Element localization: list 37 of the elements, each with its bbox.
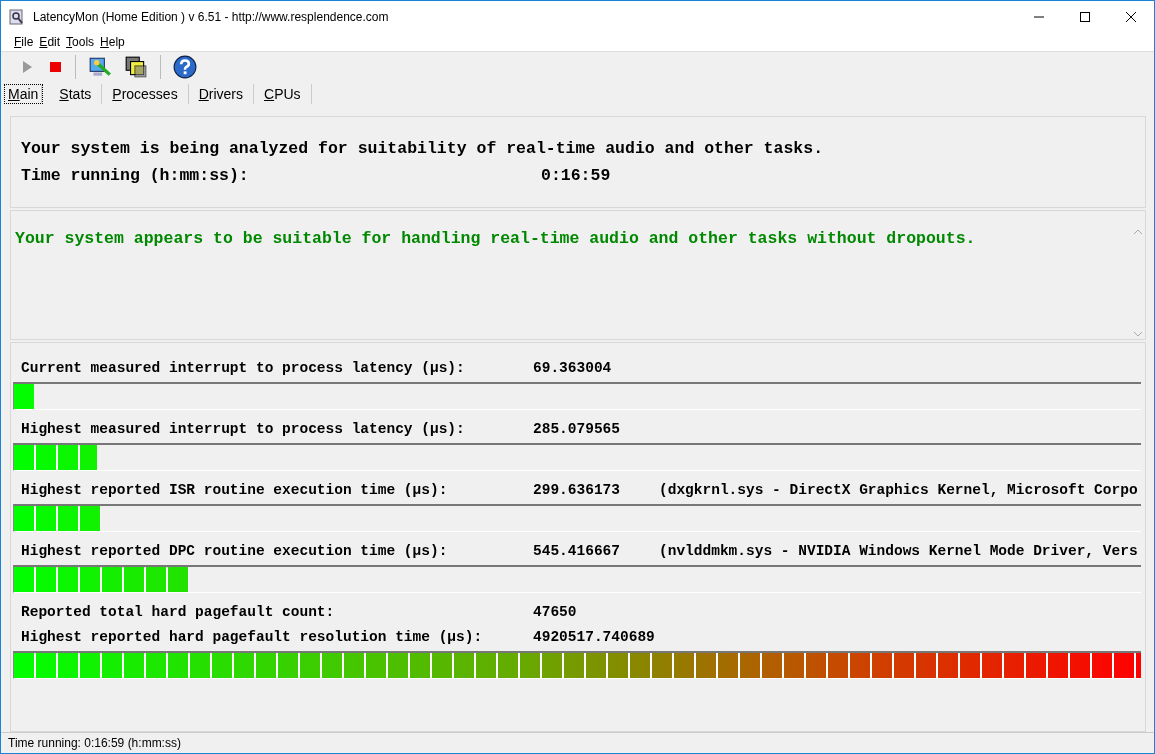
menu-item[interactable]: File bbox=[14, 34, 34, 49]
driver-detail: (nvlddmkm.sys - NVIDIA Windows Kernel Mode Driver, Vers bbox=[659, 542, 1138, 559]
measurement-label: Reported total hard pagefault count: bbox=[21, 603, 336, 620]
tab[interactable]: Stats bbox=[49, 84, 103, 104]
measurement-label: Highest measured interrupt to process latency (µs): bbox=[21, 420, 466, 437]
verdict-message: Your system appears to be suitable for handling real-time audio and other tasks without dropouts. bbox=[15, 229, 977, 248]
menu-item[interactable]: Tools bbox=[66, 34, 95, 49]
scroll-down-icon[interactable] bbox=[1133, 331, 1143, 337]
help-icon[interactable] bbox=[173, 55, 197, 79]
tab[interactable]: CPUs bbox=[254, 84, 312, 104]
stop-icon[interactable] bbox=[47, 59, 63, 75]
analysis-message: Your system is being analyzed for suitability of real-time audio and other tasks. bbox=[21, 139, 825, 158]
window-title: LatencyMon (Home Edition ) v 6.51 - http://www.resplendence.com bbox=[33, 9, 389, 24]
menu-item[interactable]: Edit bbox=[39, 34, 61, 49]
tab[interactable]: Processes bbox=[102, 84, 189, 104]
time-value: 0:16:59 bbox=[541, 166, 611, 185]
measurement-label: Highest reported hard pagefault resolution time (µs): bbox=[21, 628, 484, 645]
status-text: Time running: 0:16:59 (h:mm:ss) bbox=[8, 736, 181, 750]
measurement-value: 4920517.740689 bbox=[533, 628, 656, 645]
measurement-value: 299.636173 bbox=[533, 481, 621, 498]
monitor-icon[interactable] bbox=[88, 55, 112, 79]
measurement-value: 47650 bbox=[533, 603, 578, 620]
time-label: Time running (h:mm:ss): bbox=[21, 166, 250, 185]
measurement-label: Highest reported DPC routine execution time (µs): bbox=[21, 542, 449, 559]
driver-detail: (dxgkrnl.sys - DirectX Graphics Kernel, Microsoft Corpo bbox=[659, 481, 1138, 498]
measurement-value: 285.079565 bbox=[533, 420, 621, 437]
measurement-label: Highest reported ISR routine execution time (µs): bbox=[21, 481, 449, 498]
measurement-value: 69.363004 bbox=[533, 359, 613, 376]
tab[interactable]: Drivers bbox=[188, 84, 254, 104]
menu-item[interactable]: Help bbox=[100, 34, 125, 49]
measurement-label: Current measured interrupt to process latency (µs): bbox=[21, 359, 466, 376]
measurement-value: 545.416667 bbox=[533, 542, 621, 559]
scrollbar[interactable] bbox=[1131, 229, 1145, 337]
app-icon bbox=[9, 8, 25, 25]
scroll-up-icon[interactable] bbox=[1133, 229, 1143, 235]
tab[interactable]: Main bbox=[5, 85, 43, 103]
windows-icon[interactable] bbox=[124, 55, 148, 79]
